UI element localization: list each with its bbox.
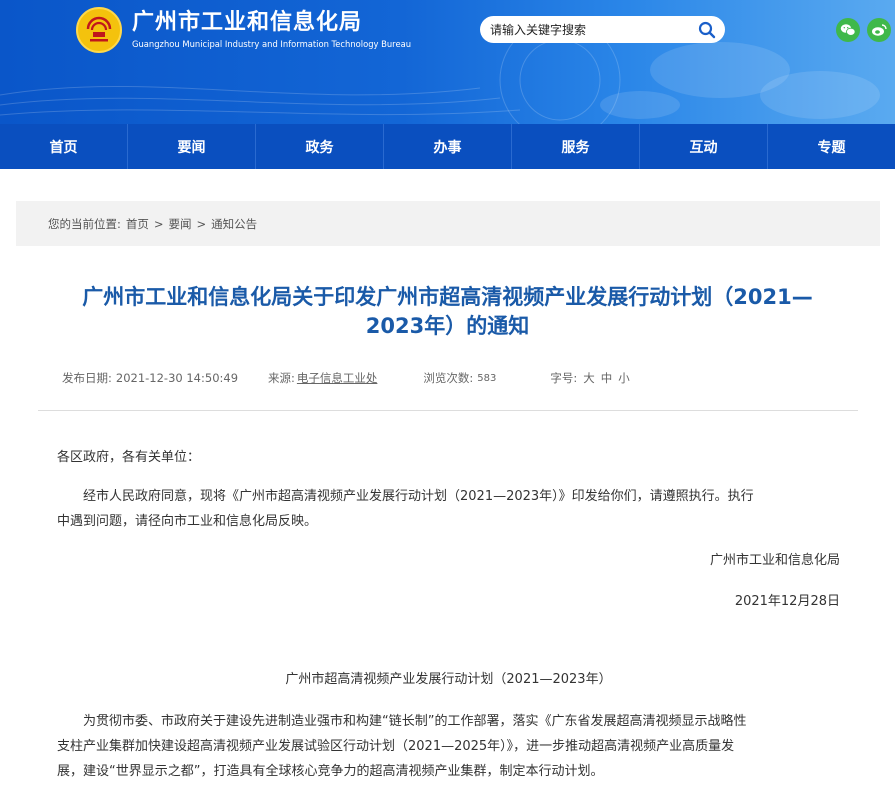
search-bar [480,16,725,43]
breadcrumb-separator: > [153,216,164,231]
nav-item-government-affairs[interactable]: 政务 [256,124,384,169]
site-subtitle-en: Guangzhou Municipal Industry and Informa… [132,39,412,49]
article-title-line1: 广州市工业和信息化局关于印发广州市超高清视频产业发展行动计划（2021— [82,285,813,309]
article-meta: 发布日期: 2021-12-30 14:50:49 来源: 电子信息工业处 浏览… [62,370,630,386]
salutation: 各区政府，各有关单位： [57,450,201,465]
signature: 广州市工业和信息化局 [709,553,840,568]
site-header: 广州市工业和信息化局 Guangzhou Municipal Industry … [0,0,895,124]
paragraph-intro: 经市人民政府同意，现将《广州市超高清视频产业发展行动计划（2021—2023年）… [57,484,840,534]
nav-item-services[interactable]: 服务 [512,124,640,169]
source-label: 来源: [268,371,295,385]
meta-divider [38,410,858,411]
views-label: 浏览次数: [423,371,474,385]
paragraph-plan-line2: 支柱产业集群加快建设超高清视频产业发展试验区行动计划（2021—2025年）》，… [57,739,735,754]
publish-date-value: 2021-12-30 14:50:49 [115,371,239,385]
breadcrumb-notices[interactable]: 通知公告 [211,216,257,232]
font-size-large[interactable]: 大 [583,370,595,386]
paragraph-plan: 为贯彻市委、市政府关于建设先进制造业强市和构建“链长制”的工作部署，落实《广东省… [57,709,840,784]
site-title: 广州市工业和信息化局 [132,10,363,35]
publish-date-label: 发布日期: [62,371,112,385]
paragraph-plan-line3: 展，建设“世界显示之都”，打造具有全球核心竞争力的超高清视频产业集群，制定本行动… [57,764,604,779]
site-logo[interactable]: 广州市工业和信息化局 Guangzhou Municipal Industry … [76,7,411,53]
signature-date: 2021年12月28日 [734,594,840,609]
wechat-icon[interactable] [836,18,860,42]
nav-item-interaction[interactable]: 互动 [640,124,768,169]
source-link[interactable]: 电子信息工业处 [297,370,378,386]
emblem-logo-icon [76,7,122,53]
search-input[interactable] [490,17,690,42]
search-icon[interactable] [697,20,717,40]
weibo-icon[interactable] [867,18,891,42]
nav-item-home[interactable]: 首页 [0,124,128,169]
nav-item-topics[interactable]: 专题 [768,124,895,169]
breadcrumb-prefix: 您的当前位置: [48,216,121,231]
paragraph-intro-line2: 中遇到问题，请径向市工业和信息化局反映。 [57,514,318,529]
views-count: 583 [477,372,497,384]
font-size-small[interactable]: 小 [618,370,630,386]
breadcrumb: 您的当前位置: 首页 > 要闻 > 通知公告 [16,201,880,246]
nav-item-services-online[interactable]: 办事 [384,124,512,169]
font-size-medium[interactable]: 中 [601,370,613,386]
plan-title: 广州市超高清视频产业发展行动计划（2021—2023年） [285,672,612,687]
main-nav: 首页 要闻 政务 办事 服务 互动 专题 [0,124,895,169]
article-title-line2: 2023年）的通知 [365,314,530,338]
nav-item-news[interactable]: 要闻 [128,124,256,169]
paragraph-plan-line1: 为贯彻市委、市政府关于建设先进制造业强市和构建“链长制”的工作部署，落实《广东省… [83,714,747,729]
article-title: 广州市工业和信息化局关于印发广州市超高清视频产业发展行动计划（2021— 202… [30,283,865,341]
paragraph-intro-line1: 经市人民政府同意，现将《广州市超高清视频产业发展行动计划（2021—2023年）… [83,489,754,504]
breadcrumb-separator: > [196,216,207,231]
breadcrumb-news[interactable]: 要闻 [169,216,192,232]
breadcrumb-home[interactable]: 首页 [126,216,149,232]
font-size-label: 字号: [550,371,578,385]
